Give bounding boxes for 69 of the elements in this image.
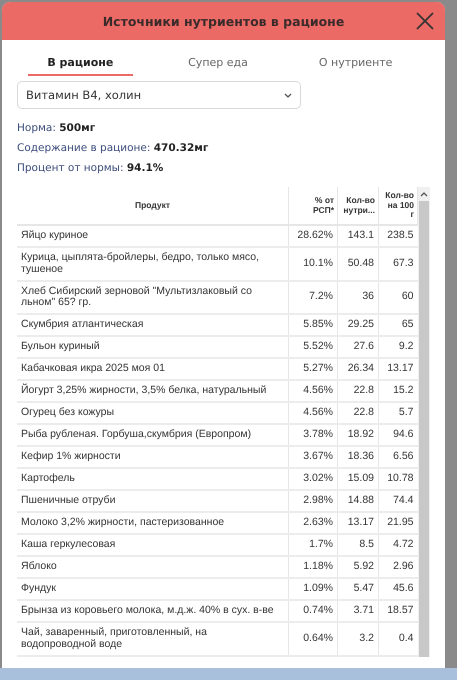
table-cell: 36: [338, 280, 378, 314]
table-cell: 14.88: [338, 490, 378, 512]
table-cell: 3.2: [338, 622, 378, 656]
scroll-up-icon[interactable]: [420, 191, 428, 197]
table-cell: 27.6: [338, 336, 378, 358]
table-cell: 28.62%: [288, 225, 338, 247]
tab[interactable]: Супер еда: [166, 50, 270, 76]
table-cell: 0.64%: [288, 622, 338, 656]
tab[interactable]: В рационе: [28, 50, 133, 76]
table-cell: 18.36: [338, 446, 378, 468]
table-cell: 29.25: [338, 314, 378, 336]
table-cell: 8.5: [338, 534, 378, 556]
table-cell: Рыба рубленая. Горбуша,скумбрия (Европром): [17, 424, 288, 446]
close-icon[interactable]: [415, 11, 435, 31]
table-cell: 2.98%: [288, 490, 338, 512]
table-cell: 4.56%: [288, 402, 338, 424]
table-cell: 0.74%: [288, 600, 338, 622]
table-cell: 26.34: [338, 358, 378, 380]
table-cell: Яблоко: [17, 556, 288, 578]
column-header[interactable]: Продукт: [17, 187, 288, 225]
table-cell: Яйцо куриное: [17, 225, 288, 247]
table-cell: 1.18%: [288, 556, 338, 578]
table-cell: 18.92: [338, 424, 378, 446]
table-cell: 10.1%: [288, 247, 338, 280]
table-cell: 7.2%: [288, 280, 338, 314]
table-cell: 5.47: [338, 578, 378, 600]
scrollbar[interactable]: [418, 187, 430, 656]
table-cell: Кабачковая икра 2025 моя 01: [17, 358, 288, 380]
table-cell: 5.27%: [288, 358, 338, 380]
table-cell: 3.78%: [288, 424, 338, 446]
tab[interactable]: О нутриенте: [303, 50, 408, 76]
table-cell: 3.71: [338, 600, 378, 622]
table-cell: 5.92: [338, 556, 378, 578]
table-cell: 3.02%: [288, 468, 338, 490]
table-cell: Фундук: [17, 578, 288, 600]
table-cell: 22.8: [338, 402, 378, 424]
table-cell: Бульон куриный: [17, 336, 288, 358]
table-cell: Картофель: [17, 468, 288, 490]
table-cell: 3.67%: [288, 446, 338, 468]
table-cell: Молоко 3,2% жирности, пастеризованное: [17, 512, 288, 534]
table-cell: Брынза из коровьего молока, м.д.ж. 40% в сух. в-ве: [17, 600, 288, 622]
table-cell: 50.48: [338, 247, 378, 280]
nutrient-dropdown[interactable]: Витамин B4, холин: [17, 81, 301, 109]
table-cell: 143.1: [338, 225, 378, 247]
table-cell: Чай, заваренный, приготовленный, на водопроводной воде: [17, 622, 288, 656]
table-cell: 13.17: [338, 512, 378, 534]
summary-line: Норма: 500мг: [17, 122, 96, 134]
table-cell: Кефир 1% жирности: [17, 446, 288, 468]
column-header[interactable]: % от РСП*: [288, 187, 338, 225]
table-cell: Скумбрия атлантическая: [17, 314, 288, 336]
table-cell: Йогурт 3,25% жирности, 3,5% белка, натуральный: [17, 380, 288, 402]
table-cell: Каша геркулесовая: [17, 534, 288, 556]
dialog-title: Источники нутриентов в рационе: [102, 14, 344, 28]
table-cell: 4.56%: [288, 380, 338, 402]
table-cell: 5.52%: [288, 336, 338, 358]
table-cell: 1.09%: [288, 578, 338, 600]
table-cell: Огурец без кожуры: [17, 402, 288, 424]
caret-icon: [284, 92, 292, 98]
table-cell: Пшеничные отруби: [17, 490, 288, 512]
table-cell: 15.09: [338, 468, 378, 490]
table-cell: 2.63%: [288, 512, 338, 534]
table-cell: Курица, цыплята-бройлеры, бедро, только мясо, тушеное: [17, 247, 288, 280]
summary-line: Содержание в рационе: 470.32мг: [17, 142, 210, 154]
table-cell: Хлеб Сибирский зерновой "Мультизлаковый со льном" 65? гр.: [17, 280, 288, 314]
column-header[interactable]: Кол-во нутри...: [338, 187, 378, 225]
summary-line: Процент от нормы: 94.1%: [17, 162, 164, 174]
table-cell: 1.7%: [288, 534, 338, 556]
table-cell: 22.8: [338, 380, 378, 402]
table-cell: 5.85%: [288, 314, 338, 336]
